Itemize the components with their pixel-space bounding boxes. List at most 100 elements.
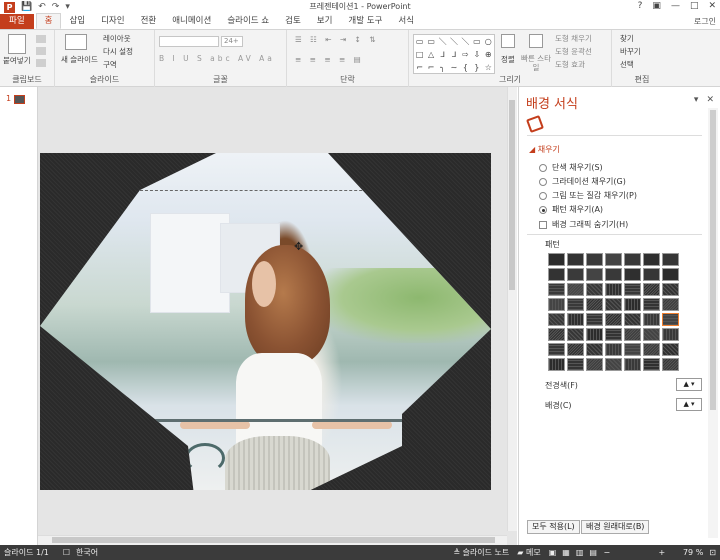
radio-selected-icon[interactable] [539, 205, 547, 214]
pattern-swatch[interactable] [643, 268, 660, 281]
normal-view-icon[interactable]: ▣ [549, 548, 557, 557]
tab-transitions[interactable]: 전환 [133, 14, 165, 29]
pattern-swatch[interactable] [662, 358, 679, 371]
customize-qat-icon[interactable]: ▾ [65, 2, 70, 12]
apply-to-all-button[interactable]: 모두 적용(L) [527, 520, 580, 534]
pattern-swatch[interactable] [548, 283, 565, 296]
comments-button[interactable]: ▰ 메모 [517, 547, 540, 558]
pattern-swatch[interactable] [643, 343, 660, 356]
pattern-swatch[interactable] [605, 268, 622, 281]
arrange-icon[interactable] [501, 34, 515, 48]
slide-canvas[interactable]: ✥ [40, 153, 491, 490]
option-picture-fill[interactable]: 그림 또는 질감 채우기(P) [539, 190, 637, 201]
tab-home[interactable]: 홈 [35, 13, 62, 29]
shape-fill-button[interactable]: 도형 채우기 [555, 33, 592, 44]
quick-styles-button[interactable]: 빠른 스타일 [521, 54, 551, 72]
option-gradient-fill[interactable]: 그라데이션 채우기(G) [539, 176, 626, 187]
notes-button[interactable]: ≜ 슬라이드 노트 [453, 547, 509, 558]
save-icon[interactable]: 💾 [21, 2, 32, 12]
pattern-swatch[interactable] [586, 283, 603, 296]
pattern-swatch[interactable] [548, 253, 565, 266]
spellcheck-icon[interactable]: ☐ [63, 548, 70, 557]
pattern-swatch[interactable] [548, 358, 565, 371]
pattern-swatch[interactable] [662, 328, 679, 341]
maximize-icon[interactable]: □ [690, 1, 699, 11]
pattern-swatch[interactable] [624, 358, 641, 371]
shapes-gallery[interactable]: ▭ ▭ ＼ ＼ ＼ ▭ ○ □ △ ᒧ ᒧ ⇨ ⇩ ⊕ ⌐ ⌐ ╮ ∼{} ☆ [413, 34, 495, 74]
help-icon[interactable]: ? [638, 1, 643, 11]
fill-bucket-icon[interactable] [526, 115, 544, 133]
pattern-swatch[interactable] [624, 313, 641, 326]
pattern-swatch[interactable] [548, 313, 565, 326]
font-name-dropdown[interactable] [159, 36, 219, 47]
tab-view[interactable]: 보기 [309, 14, 341, 29]
pattern-swatch[interactable] [586, 358, 603, 371]
close-icon[interactable]: ✕ [708, 1, 716, 11]
background-color-button[interactable]: ▲ ▾ [676, 398, 702, 411]
pattern-swatch[interactable] [586, 268, 603, 281]
minimize-icon[interactable]: — [671, 1, 680, 11]
pattern-swatch[interactable] [643, 328, 660, 341]
fit-slide-icon[interactable]: ⊡ [709, 548, 716, 557]
pattern-swatch[interactable] [548, 328, 565, 341]
format-painter-icon[interactable] [36, 59, 46, 67]
pattern-swatch[interactable] [605, 328, 622, 341]
pattern-swatch[interactable] [567, 268, 584, 281]
pane-close-icon[interactable]: ✕ [706, 95, 714, 105]
font-format-buttons[interactable]: B I U S abc AV Aa [159, 54, 275, 63]
new-slide-button[interactable]: 새 슬라이드 [61, 54, 98, 65]
pattern-swatch[interactable] [662, 313, 679, 326]
section-button[interactable]: 구역 [103, 59, 117, 70]
pattern-swatch[interactable] [643, 313, 660, 326]
pattern-swatch[interactable] [567, 298, 584, 311]
pattern-swatch[interactable] [662, 283, 679, 296]
zoom-level[interactable]: 79 % [683, 548, 703, 557]
horizontal-scroll-thumb[interactable] [52, 537, 495, 543]
quick-styles-icon[interactable] [529, 34, 543, 48]
pattern-swatch[interactable] [605, 283, 622, 296]
pattern-swatch[interactable] [567, 283, 584, 296]
redo-icon[interactable]: ↷ [52, 2, 60, 12]
tab-design[interactable]: 디자인 [93, 14, 132, 29]
radio-icon[interactable] [539, 191, 547, 200]
font-size-dropdown[interactable]: 24+ [221, 36, 243, 47]
layout-button[interactable]: 레이아웃 [103, 33, 131, 44]
pattern-swatch[interactable] [643, 283, 660, 296]
language[interactable]: 한국어 [76, 547, 98, 558]
slideshow-view-icon[interactable]: ▤ [589, 548, 597, 557]
pattern-swatch[interactable] [662, 268, 679, 281]
pattern-swatch[interactable] [662, 253, 679, 266]
option-pattern-fill[interactable]: 패턴 채우기(A) [539, 204, 603, 215]
shape-effects-button[interactable]: 도형 효과 [555, 59, 585, 70]
pattern-swatch[interactable] [586, 298, 603, 311]
pattern-swatch[interactable] [605, 298, 622, 311]
tab-file[interactable]: 파일 [0, 14, 34, 29]
pattern-swatch[interactable] [548, 268, 565, 281]
arrange-button[interactable]: 정렬 [501, 54, 515, 65]
pattern-swatch[interactable] [662, 298, 679, 311]
pattern-swatch[interactable] [643, 358, 660, 371]
undo-icon[interactable]: ↶ [38, 2, 46, 12]
pattern-swatch[interactable] [624, 298, 641, 311]
tab-review[interactable]: 검토 [277, 14, 309, 29]
radio-icon[interactable] [539, 163, 547, 172]
pattern-swatch[interactable] [624, 328, 641, 341]
pattern-swatch[interactable] [624, 268, 641, 281]
pattern-swatch[interactable] [567, 313, 584, 326]
slide-picture[interactable]: ✥ [40, 153, 491, 490]
vertical-scroll-thumb[interactable] [509, 100, 515, 290]
pattern-swatch[interactable] [586, 343, 603, 356]
pattern-swatch[interactable] [548, 343, 565, 356]
pattern-swatch[interactable] [567, 328, 584, 341]
pattern-swatch[interactable] [643, 253, 660, 266]
pattern-swatch[interactable] [605, 358, 622, 371]
checkbox-icon[interactable] [539, 220, 547, 229]
pattern-swatch[interactable] [586, 313, 603, 326]
select-button[interactable]: 선택 [620, 59, 634, 70]
pattern-swatch[interactable] [605, 313, 622, 326]
tab-animations[interactable]: 애니메이션 [164, 14, 219, 29]
sorter-view-icon[interactable]: ▦ [562, 548, 570, 557]
reset-button[interactable]: 다시 설정 [103, 46, 133, 57]
pattern-swatch[interactable] [624, 283, 641, 296]
pattern-swatch[interactable] [624, 343, 641, 356]
